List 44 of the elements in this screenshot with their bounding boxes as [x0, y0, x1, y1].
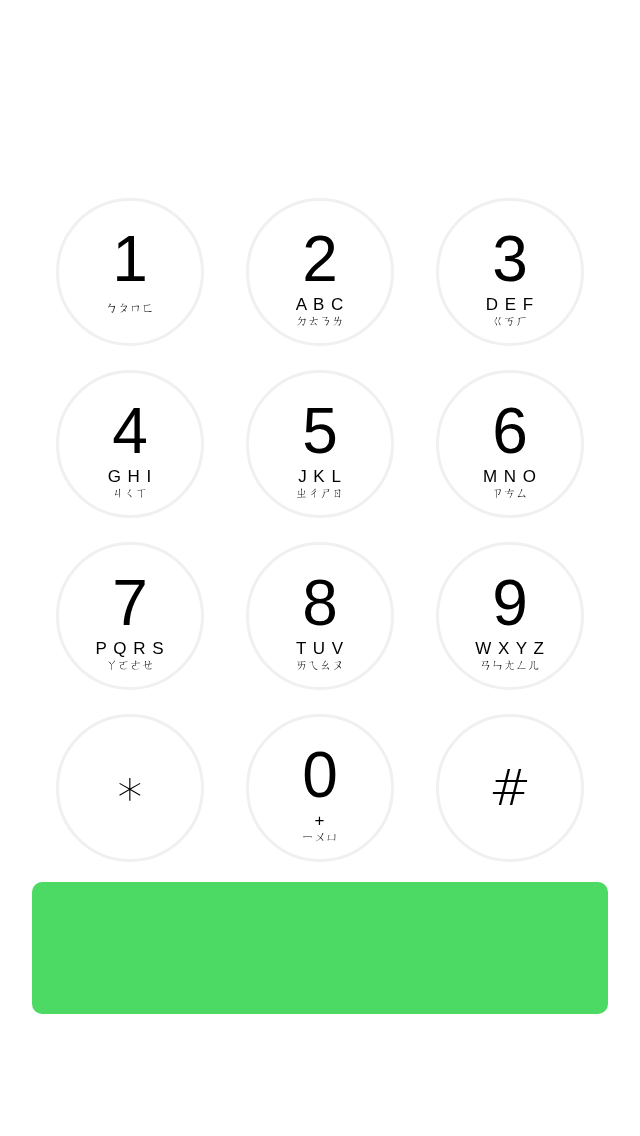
keypad-key[interactable]: 2 A B C ㄉㄊㄋㄌ: [246, 198, 394, 346]
key-bopomofo: ㄅㄆㄇㄈ: [106, 301, 154, 315]
keypad-key[interactable]: 5 J K L ㄓㄔㄕㄖ: [246, 370, 394, 518]
key-letters: D E F: [485, 296, 535, 314]
key-bopomofo: ㄢㄣㄤㄥㄦ: [480, 658, 540, 672]
key-bopomofo: ㄗㄘㄙ: [492, 486, 528, 500]
key-letters: W X Y Z: [475, 640, 545, 658]
keypad-key[interactable]: 1 ㄅㄆㄇㄈ: [56, 198, 204, 346]
keypad-key[interactable]: 8 T U V ㄞㄟㄠㄡ: [246, 542, 394, 690]
keypad-key[interactable]: 9 W X Y Z ㄢㄣㄤㄥㄦ: [436, 542, 584, 690]
keypad-key[interactable]: #: [436, 714, 584, 862]
key-digit: 1: [112, 227, 148, 291]
key-letters: J K L: [298, 468, 342, 486]
key-symbol: ∗: [114, 763, 146, 813]
key-digit: 6: [492, 399, 528, 463]
key-bopomofo: ㄉㄊㄋㄌ: [296, 314, 344, 328]
keypad-key[interactable]: 4 G H I ㄐㄑㄒ: [56, 370, 204, 518]
key-digit: 9: [492, 571, 528, 635]
key-letters: M N O: [482, 468, 538, 486]
key-letters: P Q R S: [95, 640, 165, 658]
key-digit: 3: [492, 227, 528, 291]
call-button[interactable]: [32, 882, 608, 1014]
keypad-key[interactable]: ∗: [56, 714, 204, 862]
key-digit: 0: [302, 743, 338, 807]
key-digit: 8: [302, 571, 338, 635]
key-bopomofo: ㄚㄛㄜㄝ: [106, 658, 154, 672]
key-digit: 2: [302, 227, 338, 291]
key-letters: +: [314, 812, 326, 830]
key-digit: 7: [112, 571, 148, 635]
key-symbol: #: [489, 763, 531, 813]
key-letters: A B C: [295, 296, 345, 314]
key-digit: 5: [302, 399, 338, 463]
key-bopomofo: ㄧㄨㄩ: [302, 830, 338, 844]
keypad-key[interactable]: 7 P Q R S ㄚㄛㄜㄝ: [56, 542, 204, 690]
key-digit: 4: [112, 399, 148, 463]
key-bopomofo: ㄞㄟㄠㄡ: [296, 658, 344, 672]
key-bopomofo: ㄐㄑㄒ: [112, 486, 148, 500]
key-bopomofo: ㄓㄔㄕㄖ: [296, 486, 344, 500]
keypad-key[interactable]: 3 D E F ㄍㄎㄏ: [436, 198, 584, 346]
key-letters: G H I: [107, 468, 153, 486]
key-bopomofo: ㄍㄎㄏ: [492, 314, 528, 328]
keypad-key[interactable]: 6 M N O ㄗㄘㄙ: [436, 370, 584, 518]
key-letters: T U V: [295, 640, 345, 658]
keypad-key[interactable]: 0 + ㄧㄨㄩ: [246, 714, 394, 862]
